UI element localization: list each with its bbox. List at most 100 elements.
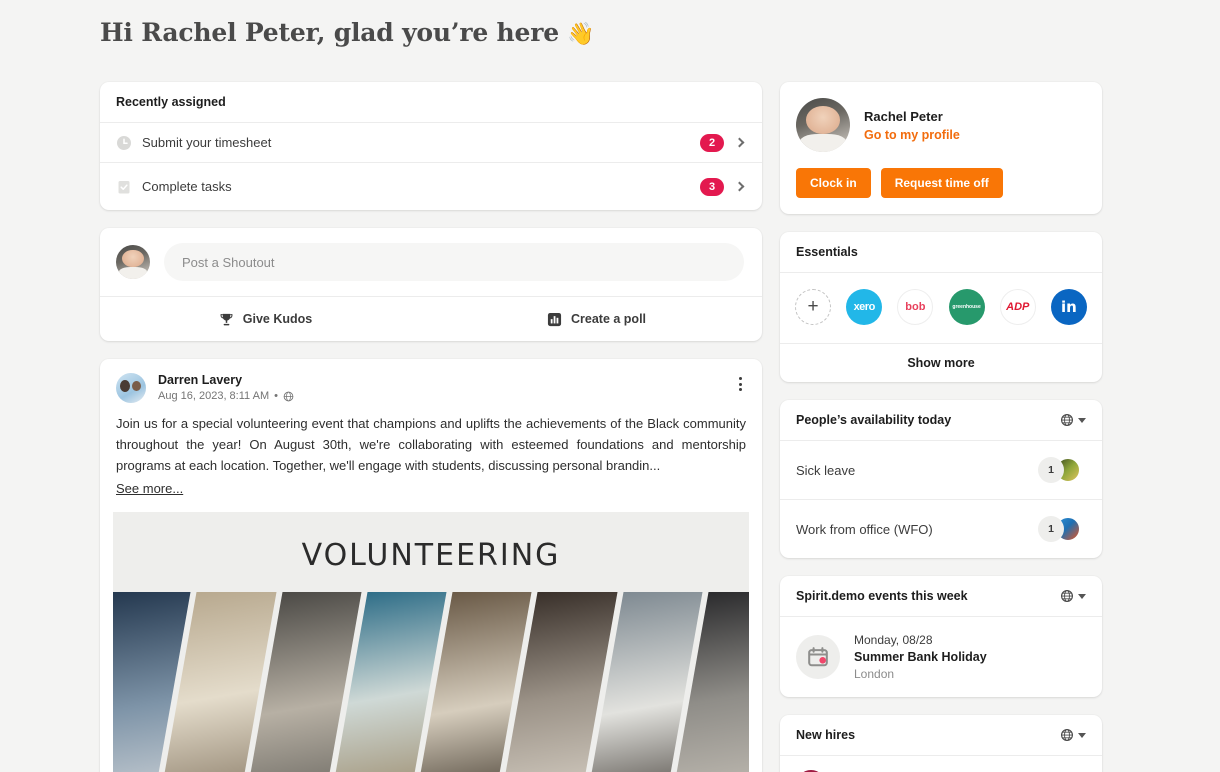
profile-card: Rachel Peter Go to my profile Clock in R… (780, 82, 1102, 214)
assigned-label: Submit your timesheet (142, 135, 272, 150)
assigned-label: Complete tasks (142, 179, 232, 194)
composer-row (100, 228, 762, 296)
new-hire-item[interactable]: Matt 08/28 (780, 756, 1102, 772)
post-separator: • (274, 390, 278, 402)
post-image[interactable]: VOLUNTEERING (113, 512, 749, 772)
availability-label: Sick leave (796, 462, 856, 478)
post-timestamp: Aug 16, 2023, 8:11 AM (158, 390, 270, 402)
events-scope-selector[interactable] (1060, 589, 1086, 603)
post-text: Join us for a special volunteering event… (116, 416, 746, 473)
event-date: Monday, 08/28 (854, 633, 933, 647)
new-hires-card: New hires Matt 08/28 (780, 715, 1102, 772)
waving-hand-icon: 👋 (567, 22, 595, 47)
profile-body: Rachel Peter Go to my profile Clock in R… (780, 82, 1102, 214)
chevron-down-icon (1078, 417, 1086, 423)
globe-icon (1061, 590, 1073, 602)
availability-row-sick-leave[interactable]: Sick leave 1 (780, 441, 1102, 499)
clock-icon (117, 135, 131, 150)
side-column: Rachel Peter Go to my profile Clock in R… (780, 82, 1102, 772)
clock-in-button[interactable]: Clock in (796, 168, 871, 198)
post-image-collage (113, 592, 749, 772)
create-poll-label: Create a poll (570, 312, 647, 326)
main-column: Recently assigned Submit your timesheet … (100, 82, 762, 772)
essentials-title: Essentials (796, 245, 858, 259)
assigned-badge: 3 (700, 177, 724, 196)
avatar[interactable] (796, 98, 850, 152)
checklist-icon (118, 180, 130, 193)
trophy-icon (220, 313, 233, 325)
new-hires-scope-selector[interactable] (1060, 728, 1086, 742)
calendar-icon (796, 635, 840, 679)
create-poll-button[interactable]: Create a poll (431, 297, 762, 341)
give-kudos-label: Give Kudos (242, 312, 313, 326)
post-body: Join us for a special volunteering event… (100, 409, 762, 499)
availability-scope-selector[interactable] (1060, 413, 1086, 427)
availability-label: Work from office (WFO) (796, 521, 933, 537)
shoutout-composer-card: Give Kudos Create a poll (100, 228, 762, 341)
greenhouse-icon[interactable]: greenhouse (948, 289, 985, 325)
adp-icon[interactable]: ADP (999, 289, 1036, 325)
request-time-off-button[interactable]: Request time off (880, 168, 1003, 198)
xero-icon[interactable]: xero (846, 289, 883, 325)
assigned-row-timesheet[interactable]: Submit your timesheet 2 (100, 123, 762, 163)
event-details: Monday, 08/28 Summer Bank Holiday London (854, 633, 987, 681)
show-more-button[interactable]: Show more (780, 343, 1102, 382)
give-kudos-button[interactable]: Give Kudos (100, 297, 431, 341)
profile-text: Rachel Peter Go to my profile (864, 109, 960, 142)
new-hires-title: New hires (796, 728, 856, 742)
availability-header: People’s availability today (780, 400, 1102, 441)
profile-name: Rachel Peter (864, 108, 943, 124)
events-title: Spirit.demo events this week (796, 589, 968, 603)
availability-people-stack[interactable]: 1 (1038, 457, 1086, 483)
assigned-badge: 2 (700, 133, 724, 152)
chevron-down-icon (1078, 732, 1086, 738)
event-location: London (854, 667, 895, 681)
availability-count: 1 (1038, 457, 1064, 483)
profile-identity: Rachel Peter Go to my profile (796, 98, 1086, 152)
recently-assigned-title: Recently assigned (116, 95, 226, 109)
go-to-profile-link[interactable]: Go to my profile (864, 128, 960, 142)
post-timestamp-row: Aug 16, 2023, 8:11 AM • (158, 390, 735, 402)
page-title: Hi Rachel Peter, glad you’re here 👋 (100, 18, 595, 47)
chevron-right-icon[interactable] (734, 137, 745, 148)
linkedin-icon[interactable]: in (1050, 289, 1087, 325)
event-name: Summer Bank Holiday (854, 650, 987, 664)
events-card: Spirit.demo events this week Monday, 08/… (780, 576, 1102, 697)
availability-people-stack[interactable]: 1 (1038, 516, 1086, 542)
globe-icon (283, 391, 294, 401)
greeting-text: Hi Rachel Peter, glad you’re here (100, 18, 559, 47)
post-author[interactable]: Darren Lavery (158, 373, 735, 387)
essentials-apps: + xero bob greenhouse ADP in (780, 273, 1102, 343)
events-header: Spirit.demo events this week (780, 576, 1102, 617)
essentials-header: Essentials (780, 232, 1102, 273)
availability-row-wfo[interactable]: Work from office (WFO) 1 (780, 499, 1102, 558)
recently-assigned-header: Recently assigned (100, 82, 762, 123)
post-meta: Darren Lavery Aug 16, 2023, 8:11 AM • (158, 373, 735, 402)
bar-chart-icon (547, 312, 562, 326)
assigned-row-tasks[interactable]: Complete tasks 3 (100, 163, 762, 210)
shoutout-input[interactable] (164, 243, 744, 281)
essentials-card: Essentials + xero bob greenhouse ADP in … (780, 232, 1102, 382)
globe-icon (1061, 729, 1073, 741)
event-item[interactable]: Monday, 08/28 Summer Bank Holiday London (780, 617, 1102, 697)
chevron-down-icon (1078, 593, 1086, 599)
availability-count: 1 (1038, 516, 1064, 542)
dashboard-page: Hi Rachel Peter, glad you’re here 👋 Rece… (0, 0, 1220, 772)
post-card: Darren Lavery Aug 16, 2023, 8:11 AM • Jo… (100, 359, 762, 772)
recently-assigned-card: Recently assigned Submit your timesheet … (100, 82, 762, 210)
avatar[interactable] (116, 373, 146, 403)
composer-actions: Give Kudos Create a poll (100, 296, 762, 341)
globe-icon (1061, 414, 1073, 426)
profile-actions: Clock in Request time off (796, 168, 1086, 198)
avatar (116, 245, 150, 279)
post-options-button[interactable] (735, 373, 746, 395)
availability-card: People’s availability today Sick leave 1… (780, 400, 1102, 558)
bob-icon[interactable]: bob (897, 289, 934, 325)
post-image-title: VOLUNTEERING (301, 538, 561, 573)
new-hires-header: New hires (780, 715, 1102, 756)
add-app-icon[interactable]: + (795, 289, 831, 325)
chevron-right-icon[interactable] (734, 181, 745, 192)
see-more-link[interactable]: See more... (116, 478, 183, 499)
post-header: Darren Lavery Aug 16, 2023, 8:11 AM • (100, 359, 762, 409)
availability-title: People’s availability today (796, 413, 952, 427)
